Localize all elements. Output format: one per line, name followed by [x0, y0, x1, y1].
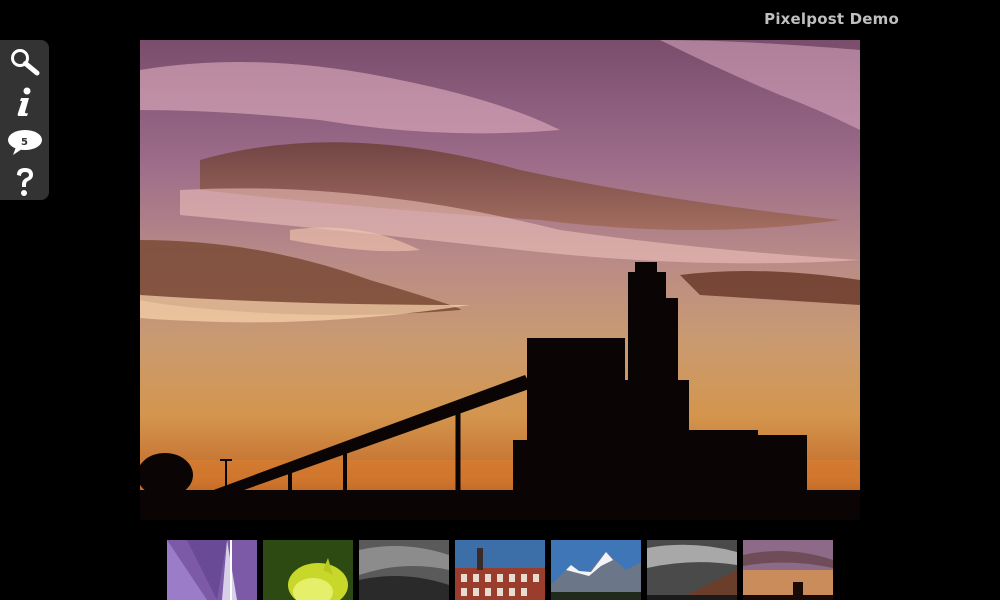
comments-button[interactable]: 5: [5, 126, 45, 158]
thumb-industrial-sunset: [743, 540, 833, 600]
comment-count: 5: [21, 136, 28, 148]
magnifier-icon: [10, 49, 39, 76]
site-title[interactable]: Pixelpost Demo: [764, 10, 899, 28]
thumbnail[interactable]: [167, 540, 257, 600]
thumbnail[interactable]: [263, 540, 353, 600]
thumb-brick-building: [455, 540, 545, 600]
main-photo[interactable]: [140, 40, 860, 520]
thumb-snowy-mountains: [551, 540, 641, 600]
thumbnail[interactable]: [647, 540, 737, 600]
thumb-clouds-building: [647, 540, 737, 600]
help-button[interactable]: [5, 166, 45, 198]
thumbnail[interactable]: [359, 540, 449, 600]
tool-panel: 5: [0, 40, 49, 200]
info-icon: [17, 87, 30, 116]
photo-sunset-plant: [140, 40, 860, 520]
thumbnail[interactable]: [551, 540, 641, 600]
thumb-stormy-sky: [359, 540, 449, 600]
question-mark-icon: [16, 168, 33, 196]
info-button[interactable]: [5, 86, 45, 118]
thumbnail[interactable]: [455, 540, 545, 600]
thumbnail-strip: [167, 540, 833, 600]
thumb-yellow-flower: [263, 540, 353, 600]
search-button[interactable]: [5, 46, 45, 78]
thumbnail[interactable]: [743, 540, 833, 600]
thumb-purple-architecture: [167, 540, 257, 600]
